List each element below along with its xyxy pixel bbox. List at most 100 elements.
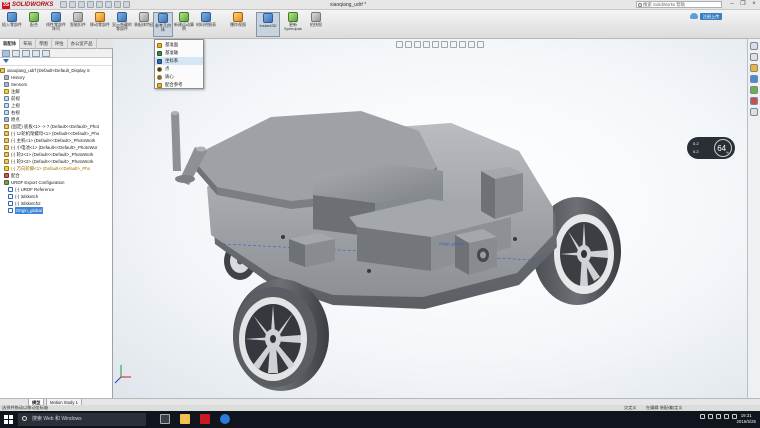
- ribbon-button-motion-study[interactable]: 新建运动算例: [174, 12, 194, 37]
- undo-icon[interactable]: [96, 1, 103, 8]
- tree-item-origin[interactable]: 原点: [0, 116, 112, 123]
- ribbon-label: 新建运动算例: [174, 22, 194, 32]
- print-icon[interactable]: [87, 1, 94, 8]
- tab-assembly[interactable]: 装配体: [0, 39, 21, 49]
- section-view-icon[interactable]: [423, 41, 430, 48]
- solidworks-resources-icon[interactable]: [750, 42, 758, 50]
- view-settings-icon[interactable]: [477, 41, 484, 48]
- previous-view-icon[interactable]: [414, 41, 421, 48]
- new-file-icon[interactable]: [60, 1, 67, 8]
- file-explorer-icon[interactable]: [180, 414, 190, 424]
- custom-properties-icon[interactable]: [750, 97, 758, 105]
- help-search-input[interactable]: 搜索 SolidWorks 帮助: [636, 1, 722, 8]
- tree-item-top-plane[interactable]: 上视: [0, 102, 112, 109]
- ribbon-button-insert-component[interactable]: 插入零部件: [2, 12, 22, 37]
- ribbon-button-show-hidden[interactable]: 显示隐藏的零部件: [112, 12, 132, 37]
- taskbar-search-input[interactable]: 搜索 Web 和 Windows: [18, 413, 146, 426]
- login-button[interactable]: 注册上传: [700, 13, 722, 20]
- ribbon-button-bom[interactable]: 材料明细表: [196, 12, 216, 37]
- tree-item-component[interactable]: (-) 轮2<2> (Default<<Default>_PhotoWork: [0, 158, 112, 165]
- tab-layout[interactable]: 布局: [20, 39, 36, 49]
- ribbon-button-assembly-feature[interactable]: 装配体特征: [134, 12, 154, 37]
- tree-label: (-) 轮2<1> (Default<<Default>_PhotoWork: [11, 152, 94, 157]
- tree-item-sensors[interactable]: Sensors: [0, 81, 112, 88]
- view-palette-icon[interactable]: [750, 75, 758, 83]
- ribbon-button-mate[interactable]: 配合: [24, 12, 44, 37]
- tree-item-component[interactable]: (固定) 底板<1> -> ? (Default<<Default>_Phot: [0, 123, 112, 130]
- options-icon[interactable]: [123, 1, 130, 8]
- tree-item-component[interactable]: (-) 1z轮机架螺母<1> (Default<<Default>_Pho: [0, 130, 112, 137]
- appearances-icon[interactable]: [750, 86, 758, 94]
- menu-item-coordinate-system[interactable]: 坐标系: [155, 57, 203, 65]
- design-library-icon[interactable]: [750, 53, 758, 61]
- property-manager-icon[interactable]: [12, 50, 20, 57]
- open-file-icon[interactable]: [69, 1, 76, 8]
- ribbon-button-snapshot[interactable]: 拍快照: [306, 12, 326, 37]
- browser-icon[interactable]: [220, 414, 230, 424]
- ribbon-button-smart-fastener[interactable]: 智能扣件: [68, 12, 88, 37]
- display-manager-icon[interactable]: [42, 50, 50, 57]
- ime-icon[interactable]: [724, 414, 729, 419]
- network-icon[interactable]: [708, 414, 713, 419]
- ribbon-button-linear-pattern[interactable]: 线性零部件阵列: [46, 12, 66, 37]
- menu-item-plane[interactable]: 基准面: [155, 41, 203, 49]
- restore-icon[interactable]: ❐: [739, 1, 747, 8]
- robot-model[interactable]: [113, 39, 747, 398]
- appearance-icon[interactable]: [459, 41, 466, 48]
- volume-icon[interactable]: [716, 414, 721, 419]
- tree-item-sketch[interactable]: (-) URDF Reference: [0, 186, 112, 193]
- app-logo[interactable]: 3S SOLIDWORKS: [2, 1, 53, 9]
- menu-item-center-of-mass[interactable]: 质心: [155, 73, 203, 81]
- tree-item-right-plane[interactable]: 右视: [0, 109, 112, 116]
- tree-item-history[interactable]: History: [0, 74, 112, 81]
- ribbon-button-explode[interactable]: 爆炸视图: [228, 12, 248, 37]
- tab-office-products[interactable]: 办公室产品: [68, 39, 97, 49]
- tree-item-origin-global[interactable]: Origin_global: [0, 207, 112, 214]
- tab-sketch[interactable]: 草图: [36, 39, 52, 49]
- menu-item-axis[interactable]: 基准轴: [155, 49, 203, 57]
- tree-item-component[interactable]: (-) 万向轮脚<1> (Default<<Default>_Pho: [0, 165, 112, 172]
- tree-item-component[interactable]: (-) 轮2<1> (Default<<Default>_PhotoWork: [0, 151, 112, 158]
- tree-item-sketch[interactable]: (-) 3dsketch: [0, 193, 112, 200]
- configuration-manager-icon[interactable]: [22, 50, 30, 57]
- tree-item-front-plane[interactable]: 前视: [0, 95, 112, 102]
- save-icon[interactable]: [78, 1, 85, 8]
- task-view-icon[interactable]: [160, 414, 170, 424]
- display-style-icon[interactable]: [441, 41, 448, 48]
- tree-item-component[interactable]: (-) 小电池<1> (Default<<Default>_PhotoWor: [0, 144, 112, 151]
- tree-root[interactable]: xiaoqiang_udrf (Default<Default_Display …: [0, 67, 112, 74]
- dimxpert-icon[interactable]: [32, 50, 40, 57]
- select-icon[interactable]: [105, 1, 112, 8]
- windows-start-icon[interactable]: [4, 415, 13, 424]
- solidworks-taskbar-icon[interactable]: [200, 414, 210, 424]
- rebuild-icon[interactable]: [114, 1, 121, 8]
- taskbar-clock[interactable]: 19:31 2016/5/25: [736, 413, 756, 425]
- close-icon[interactable]: ×: [750, 1, 758, 8]
- zoom-fit-icon[interactable]: [396, 41, 403, 48]
- solidworks-forum-icon[interactable]: [750, 108, 758, 116]
- tray-up-icon[interactable]: [700, 414, 705, 419]
- ribbon-button-instant3d[interactable]: Instant3D: [256, 12, 280, 37]
- zoom-area-icon[interactable]: [405, 41, 412, 48]
- tree-item-component[interactable]: (-) 主机<1> (Default<<Default>_PhotoWork: [0, 137, 112, 144]
- tab-evaluate[interactable]: 评估: [52, 39, 68, 49]
- hide-show-icon[interactable]: [450, 41, 457, 48]
- graphics-viewport[interactable]: Origin_global 0.2 0.2 64%: [113, 39, 747, 398]
- tree-item-annotations[interactable]: 注解: [0, 88, 112, 95]
- tree-item-urdf-config[interactable]: URDF Export Configuration: [0, 179, 112, 186]
- tree-item-sketch[interactable]: (-) 3dsketch2: [0, 200, 112, 207]
- ribbon-button-reference-geometry[interactable]: 参考几何体: [153, 12, 173, 37]
- scene-icon[interactable]: [468, 41, 475, 48]
- menu-item-point[interactable]: 点: [155, 65, 203, 73]
- file-explorer-icon[interactable]: [750, 64, 758, 72]
- tree-item-mates[interactable]: 配合: [0, 172, 112, 179]
- feature-tree-icon[interactable]: [2, 50, 10, 57]
- view-orientation-icon[interactable]: [432, 41, 439, 48]
- tree-label: (-) 小电池<1> (Default<<Default>_PhotoWor: [11, 145, 98, 150]
- tree-label: 右视: [11, 110, 20, 115]
- tree-filter[interactable]: [0, 58, 112, 66]
- ribbon-button-move-component[interactable]: 移动零部件: [90, 12, 110, 37]
- ribbon-button-speedpak[interactable]: 更新Speedpak: [282, 12, 304, 37]
- minimize-icon[interactable]: –: [728, 1, 736, 8]
- menu-item-mate-reference[interactable]: 配合参考: [155, 81, 203, 89]
